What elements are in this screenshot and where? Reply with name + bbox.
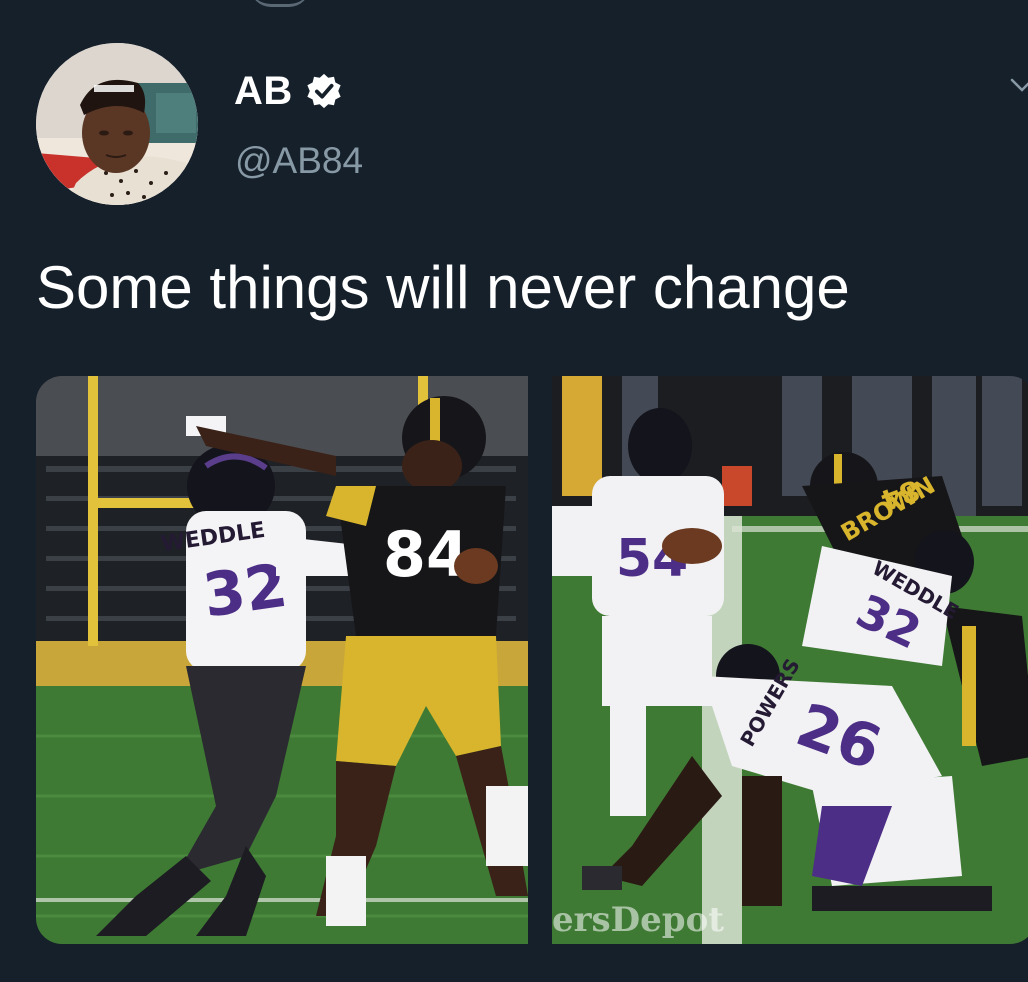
chevron-down-icon[interactable] [1008,72,1028,100]
media-photo-2[interactable]: 54 BROWN 84 32 WEDDLE 26 POWERS ersDepot [552,376,1028,944]
display-name[interactable]: AB [234,69,293,114]
football-photo-icon: 32 WEDDLE 84 [36,376,528,944]
avatar-image [36,43,198,205]
tweet-text: Some things will never change [36,254,850,321]
verified-badge-icon [307,73,341,109]
tweet-page: AB @AB84 Some things will never change 3… [0,0,1028,982]
svg-text:84: 84 [383,518,469,591]
media-grid: 32 WEDDLE 84 54 BROWN 84 32 WEDDLE 26 PO… [36,376,1028,944]
previous-content-fragment [250,0,310,7]
avatar[interactable] [36,43,198,205]
media-photo-1[interactable]: 32 WEDDLE 84 [36,376,528,944]
author-name-row[interactable]: AB [234,66,343,116]
football-photo-icon: 54 BROWN 84 32 WEDDLE 26 POWERS [552,376,1028,944]
author-handle[interactable]: @AB84 [235,140,363,182]
photo-watermark: ersDepot [552,900,724,940]
